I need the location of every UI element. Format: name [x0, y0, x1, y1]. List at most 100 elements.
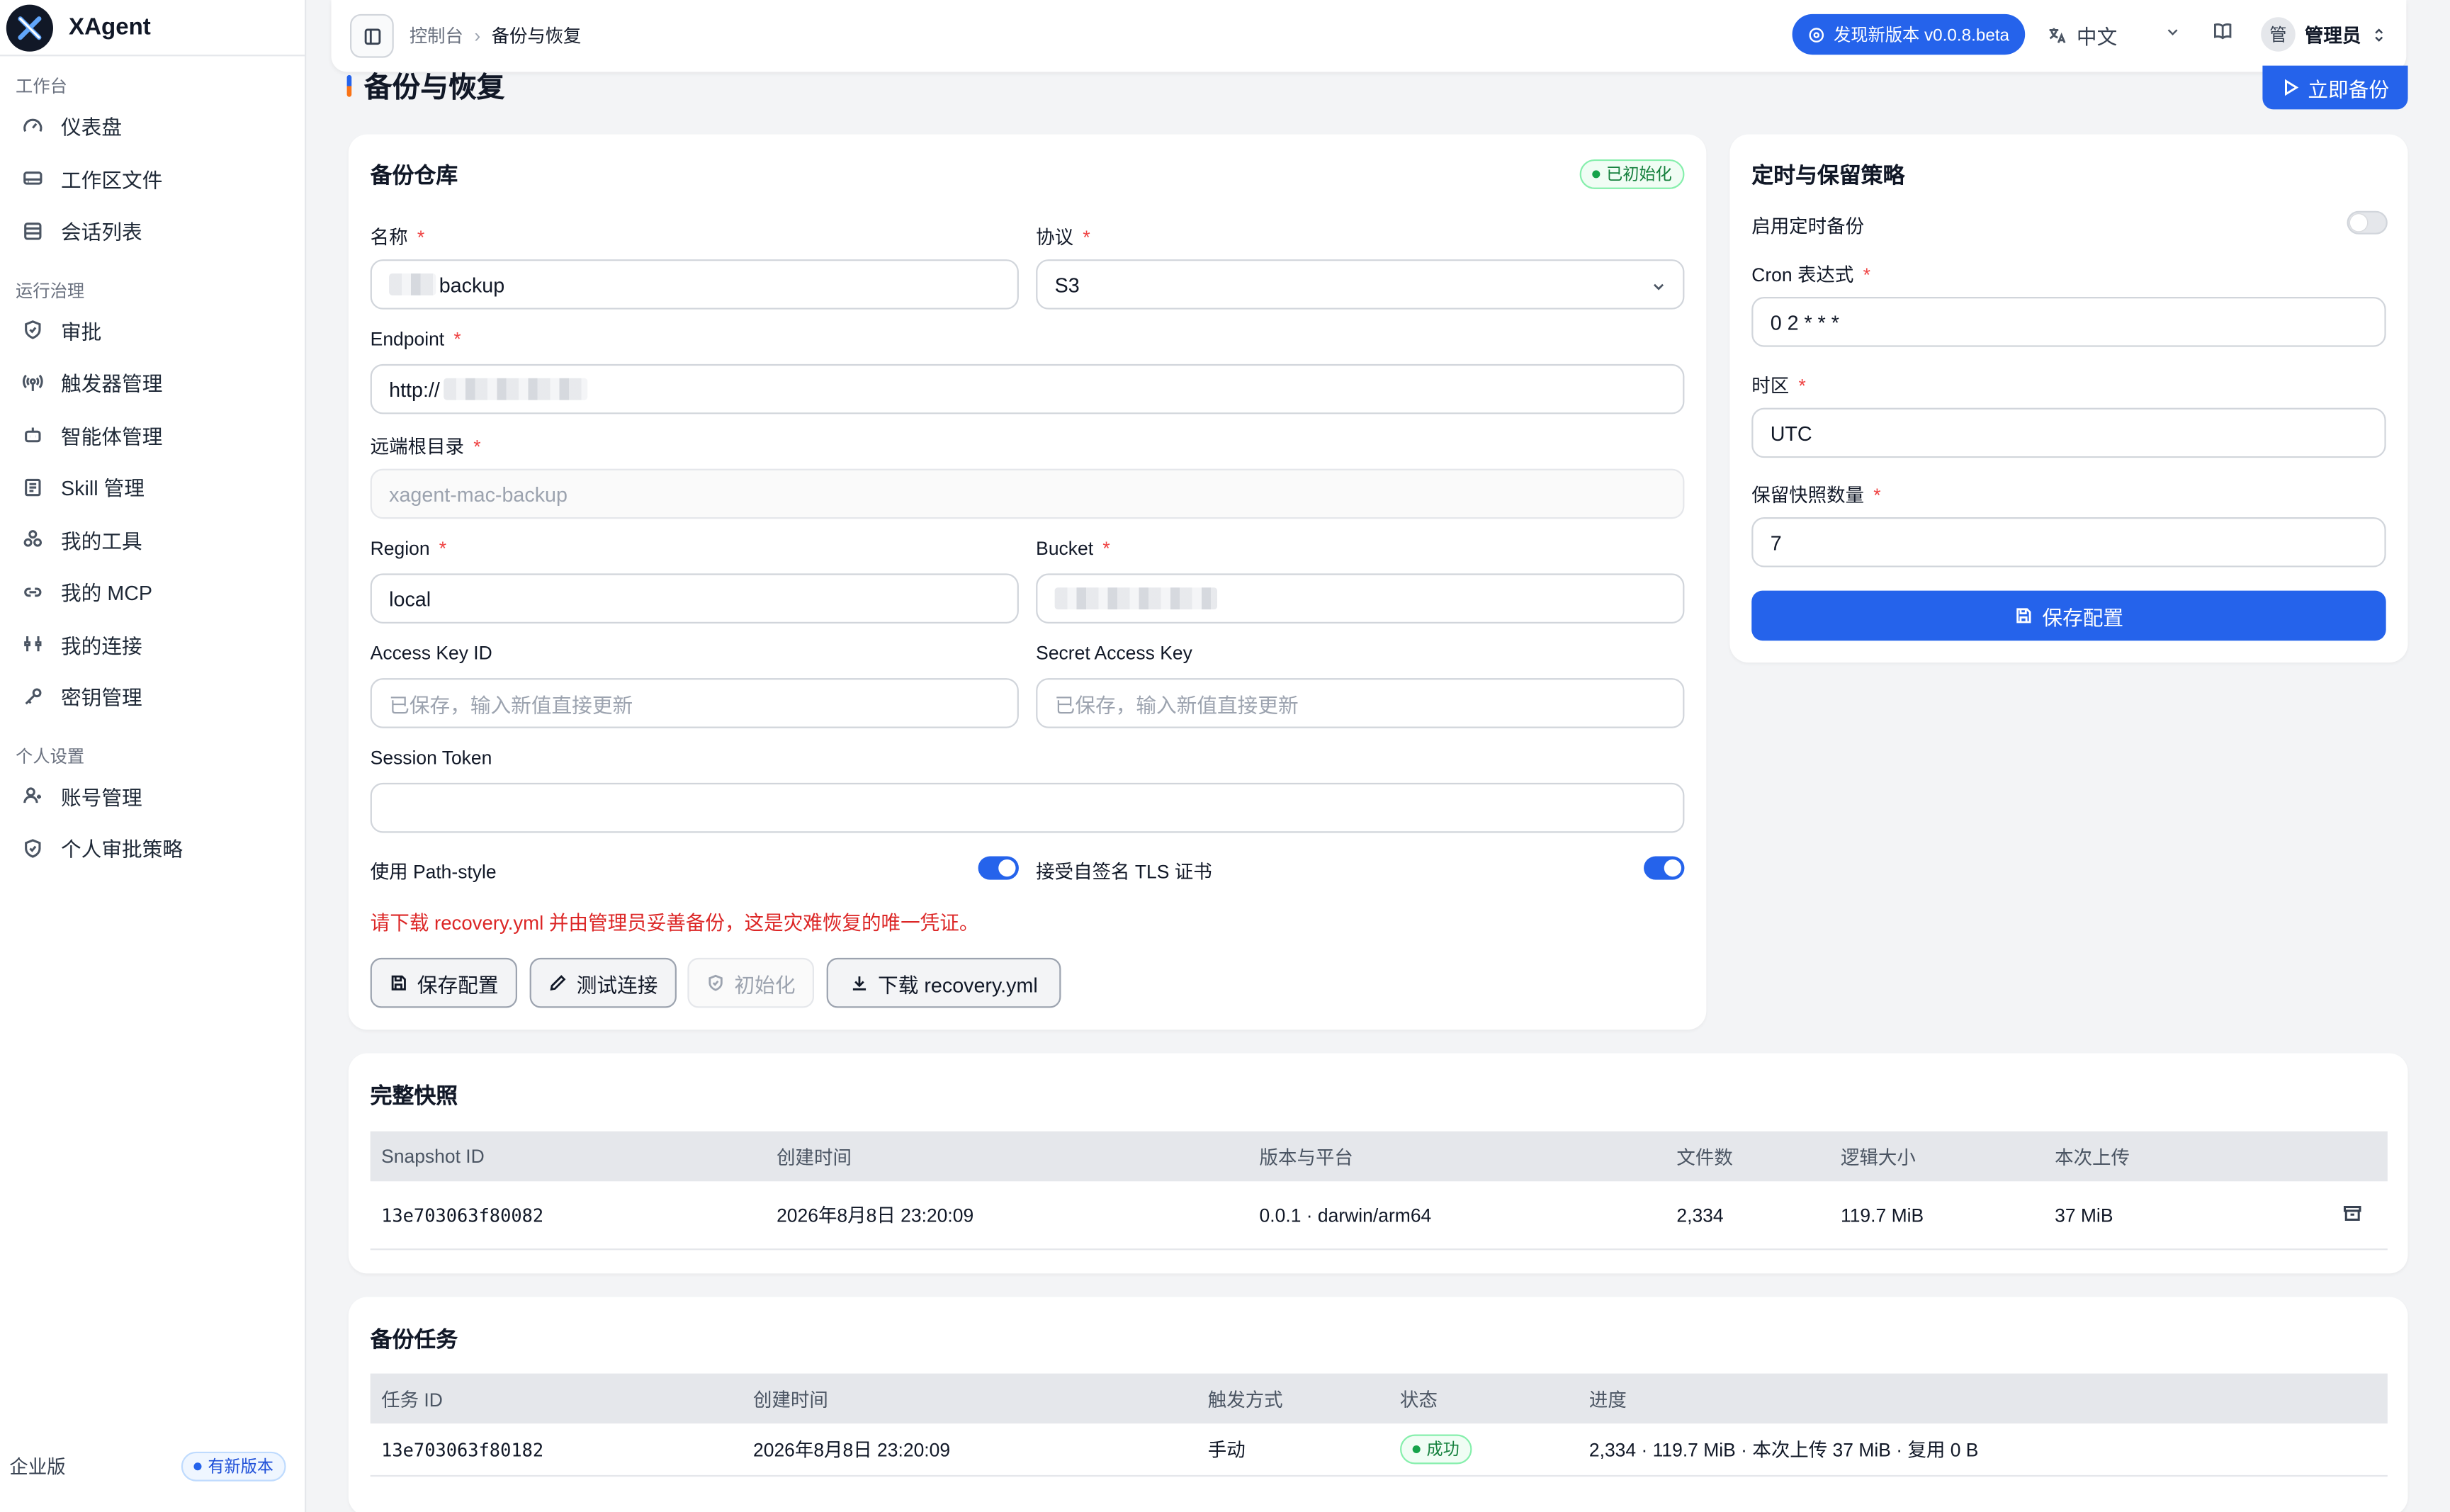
retention-field[interactable]: 7: [1751, 517, 2386, 568]
secret-key-label: Secret Access Key: [1036, 642, 1192, 665]
test-connection-button[interactable]: 测试连接: [529, 957, 677, 1008]
timezone-label: 时区 *: [1751, 375, 1806, 397]
avatar: 管: [2261, 17, 2296, 52]
snapshots-card-title: 完整快照: [370, 1083, 458, 1108]
cron-field[interactable]: 0 2 * * *: [1751, 297, 2386, 347]
sidebar-item-label: 审批: [61, 320, 102, 344]
breadcrumb-separator-icon: ›: [474, 25, 481, 47]
restore-archive-icon[interactable]: [2342, 1203, 2363, 1228]
sidebar-item-account[interactable]: 账号管理: [0, 769, 305, 822]
sidebar-item-triggers[interactable]: 触发器管理: [0, 356, 305, 409]
sidebar-toggle-button[interactable]: [350, 13, 394, 58]
cron-label: Cron 表达式 *: [1751, 264, 1870, 286]
region-field[interactable]: local: [370, 573, 1019, 624]
download-icon: [852, 976, 866, 991]
schedule-card-title: 定时与保留策略: [1751, 162, 1905, 188]
sidebar-item-label: 我的工具: [61, 529, 142, 553]
breadcrumb-console[interactable]: 控制台: [410, 23, 463, 48]
user-name: 管理员: [2304, 24, 2361, 47]
update-available-button[interactable]: 发现新版本 v0.0.8.beta: [1793, 13, 2026, 55]
bot-icon: [22, 424, 44, 446]
docs-book-icon[interactable]: [2213, 21, 2233, 49]
timezone-field[interactable]: UTC: [1751, 407, 2386, 458]
title-accent-bar: [346, 74, 352, 97]
name-field[interactable]: backup: [370, 259, 1019, 310]
remote-root-label: 远端根目录 *: [370, 436, 481, 458]
redacted-blur: [1054, 587, 1218, 610]
download-recovery-button[interactable]: 下载 recovery.yml: [826, 957, 1061, 1008]
job-trigger: 手动: [1207, 1439, 1246, 1462]
jobs-card-title: 备份任务: [370, 1326, 458, 1352]
table-row[interactable]: 13e703063f80182 2026年8月8日 23:20:09 手动 成功…: [370, 1423, 2388, 1477]
initialize-button[interactable]: 初始化: [687, 957, 815, 1008]
brand[interactable]: XAgent: [0, 0, 305, 57]
protocol-select[interactable]: S3: [1036, 259, 1685, 310]
path-style-toggle[interactable]: [978, 856, 1019, 880]
sidebar-item-approvals[interactable]: 审批: [0, 304, 305, 356]
sidebar-item-connections[interactable]: 我的连接: [0, 618, 305, 670]
protocol-value: S3: [1054, 272, 1080, 296]
save-config-button[interactable]: 保存配置: [370, 957, 517, 1008]
endpoint-field[interactable]: http://: [370, 363, 1685, 414]
enable-schedule-toggle[interactable]: [2347, 210, 2388, 235]
save-schedule-label: 保存配置: [2042, 605, 2124, 629]
page-title: 备份与恢复: [346, 66, 504, 106]
chevron-down-icon: [1650, 276, 1667, 300]
sidebar-item-skills[interactable]: Skill 管理: [0, 461, 305, 514]
link-icon: [22, 581, 44, 603]
column-header: 创建时间: [753, 1388, 828, 1411]
snapshot-upload: 37 MiB: [2055, 1204, 2113, 1226]
sidebar-item-secrets[interactable]: 密钥管理: [0, 670, 305, 723]
tls-toggle[interactable]: [1644, 856, 1685, 880]
name-label: 名称 *: [370, 226, 425, 249]
path-style-label: 使用 Path-style: [370, 861, 497, 884]
breadcrumb-current: 备份与恢复: [491, 28, 582, 47]
nav-group-ops: 运行治理: [16, 282, 85, 301]
new-version-badge[interactable]: 有新版本: [181, 1450, 286, 1481]
save-schedule-button[interactable]: 保存配置: [1751, 590, 2386, 641]
tls-label: 接受自签名 TLS 证书: [1036, 861, 1212, 884]
table-row[interactable]: 13e703063f80082 2026年8月8日 23:20:09 0.0.1…: [370, 1181, 2388, 1251]
radio-icon: [22, 371, 44, 393]
protocol-label: 协议 *: [1036, 226, 1090, 249]
nav-group-personal: 个人设置: [16, 747, 85, 767]
user-menu[interactable]: 管 管理员: [2261, 17, 2388, 52]
sidebar-item-approval-policy[interactable]: 个人审批策略: [0, 822, 305, 874]
sidebar-item-agents[interactable]: 智能体管理: [0, 409, 305, 461]
download-recovery-label: 下载 recovery.yml: [878, 972, 1038, 996]
language-switcher[interactable]: 中文: [2047, 20, 2117, 50]
sidebar-item-workspace-files[interactable]: 工作区文件: [0, 152, 305, 205]
sidebar-item-dashboard[interactable]: 仪表盘: [0, 100, 305, 152]
name-field-value: backup: [439, 272, 505, 296]
snapshot-files: 2,334: [1676, 1204, 1724, 1226]
translate-icon: [2049, 27, 2066, 43]
sidebar-item-mcp[interactable]: 我的 MCP: [0, 565, 305, 618]
language-dropdown-chevron-icon[interactable]: [2164, 21, 2181, 49]
target-icon: [1810, 27, 1825, 42]
job-progress: 2,334 · 119.7 MiB · 本次上传 37 MiB · 复用 0 B: [1588, 1439, 1979, 1462]
drive-icon: [22, 168, 44, 190]
redacted-blur: [443, 378, 587, 400]
secret-key-field[interactable]: 已保存，输入新值直接更新: [1036, 678, 1685, 728]
backup-now-button[interactable]: 立即备份: [2262, 65, 2408, 110]
timezone-value: UTC: [1770, 421, 1812, 445]
sidebar-item-sessions[interactable]: 会话列表: [0, 205, 305, 257]
session-token-field[interactable]: [370, 782, 1685, 833]
remote-root-field[interactable]: xagent-mac-backup: [370, 468, 1685, 519]
sidebar-item-label: 工作区文件: [61, 168, 163, 192]
bucket-field[interactable]: [1036, 573, 1685, 624]
remote-root-placeholder: xagent-mac-backup: [389, 482, 568, 506]
list-icon: [22, 220, 44, 242]
redacted-blur: [389, 273, 436, 295]
snapshots-table-header: Snapshot ID 创建时间 版本与平台 文件数 逻辑大小 本次上传: [370, 1131, 2388, 1182]
sidebar-footer: 企业版 有新版本: [0, 1444, 305, 1488]
access-key-field[interactable]: 已保存，输入新值直接更新: [370, 678, 1019, 728]
chevrons-up-down-icon: [2375, 28, 2383, 41]
job-created: 2026年8月8日 23:20:09: [753, 1439, 951, 1462]
sidebar-item-tools[interactable]: 我的工具: [0, 513, 305, 565]
schedule-retention-card: 定时与保留策略 启用定时备份 Cron 表达式 * 0 2 * * * 时区 * U…: [1729, 134, 2408, 663]
access-key-placeholder: 已保存，输入新值直接更新: [389, 693, 633, 717]
column-header: 创建时间: [777, 1146, 852, 1168]
sidebar-item-label: 个人审批策略: [61, 837, 184, 862]
language-label: 中文: [2076, 24, 2118, 48]
